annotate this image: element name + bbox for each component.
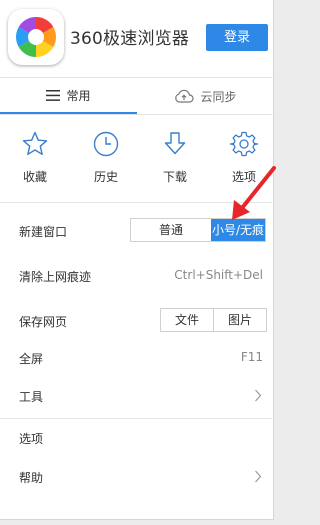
help-label: 帮助 bbox=[19, 471, 44, 485]
new-window-label: 新建窗口 bbox=[19, 225, 68, 239]
gear-icon bbox=[229, 131, 259, 157]
star-icon bbox=[22, 131, 48, 155]
fullscreen-row[interactable]: 全屏 F11 bbox=[0, 340, 274, 376]
menu-divider bbox=[0, 418, 274, 419]
save-page-options: 文件 图片 bbox=[160, 308, 267, 332]
save-page-label: 保存网页 bbox=[19, 315, 68, 329]
menu-icon bbox=[46, 89, 61, 101]
tools-row[interactable]: 工具 bbox=[0, 378, 274, 414]
fullscreen-label: 全屏 bbox=[19, 352, 44, 366]
tab-common[interactable]: 常用 bbox=[0, 78, 137, 114]
favorites-button[interactable]: 收藏 bbox=[12, 130, 58, 185]
save-page-row: 保存网页 文件 图片 bbox=[0, 303, 274, 339]
chevron-right-icon bbox=[255, 389, 262, 402]
options-menu-label: 选项 bbox=[19, 432, 44, 446]
tab-cloud-sync[interactable]: 云同步 bbox=[137, 78, 274, 114]
history-label: 历史 bbox=[93, 170, 118, 184]
clear-traces-label: 清除上网痕迹 bbox=[19, 270, 92, 284]
new-window-normal-button[interactable]: 普通 bbox=[131, 219, 211, 241]
save-as-file-button[interactable]: 文件 bbox=[161, 309, 214, 331]
save-as-image-button[interactable]: 图片 bbox=[214, 309, 266, 331]
clear-traces-row[interactable]: 清除上网痕迹 Ctrl+Shift+Del bbox=[0, 258, 274, 294]
new-window-incognito-button[interactable]: 小号/无痕 bbox=[211, 219, 265, 241]
fullscreen-shortcut: F11 bbox=[240, 350, 263, 364]
tab-common-label: 常用 bbox=[66, 88, 91, 103]
tab-sync-label: 云同步 bbox=[200, 89, 237, 104]
favorites-label: 收藏 bbox=[22, 170, 47, 184]
options-row[interactable]: 选项 bbox=[0, 420, 274, 456]
app-title: 360极速浏览器 bbox=[70, 29, 190, 49]
download-icon bbox=[164, 132, 186, 155]
annotation-arrow-icon bbox=[232, 166, 276, 220]
login-button[interactable]: 登录 bbox=[206, 24, 268, 51]
cloud-upload-icon bbox=[175, 89, 195, 103]
help-row[interactable]: 帮助 bbox=[0, 459, 274, 495]
downloads-label: 下载 bbox=[162, 170, 187, 184]
browser-menu-panel: 360极速浏览器 登录 常用 云同步 收藏 历史 下载 选项 新建窗口 普通 小… bbox=[0, 0, 276, 520]
menu-header: 360极速浏览器 登录 bbox=[0, 0, 274, 76]
menu-tabs: 常用 云同步 bbox=[0, 77, 274, 115]
downloads-button[interactable]: 下载 bbox=[152, 130, 198, 185]
browser-360-logo bbox=[8, 9, 64, 65]
clock-icon bbox=[93, 131, 119, 157]
clear-traces-shortcut: Ctrl+Shift+Del bbox=[174, 268, 263, 282]
history-button[interactable]: 历史 bbox=[83, 130, 129, 185]
tools-label: 工具 bbox=[19, 390, 44, 404]
chevron-right-icon bbox=[255, 470, 262, 483]
